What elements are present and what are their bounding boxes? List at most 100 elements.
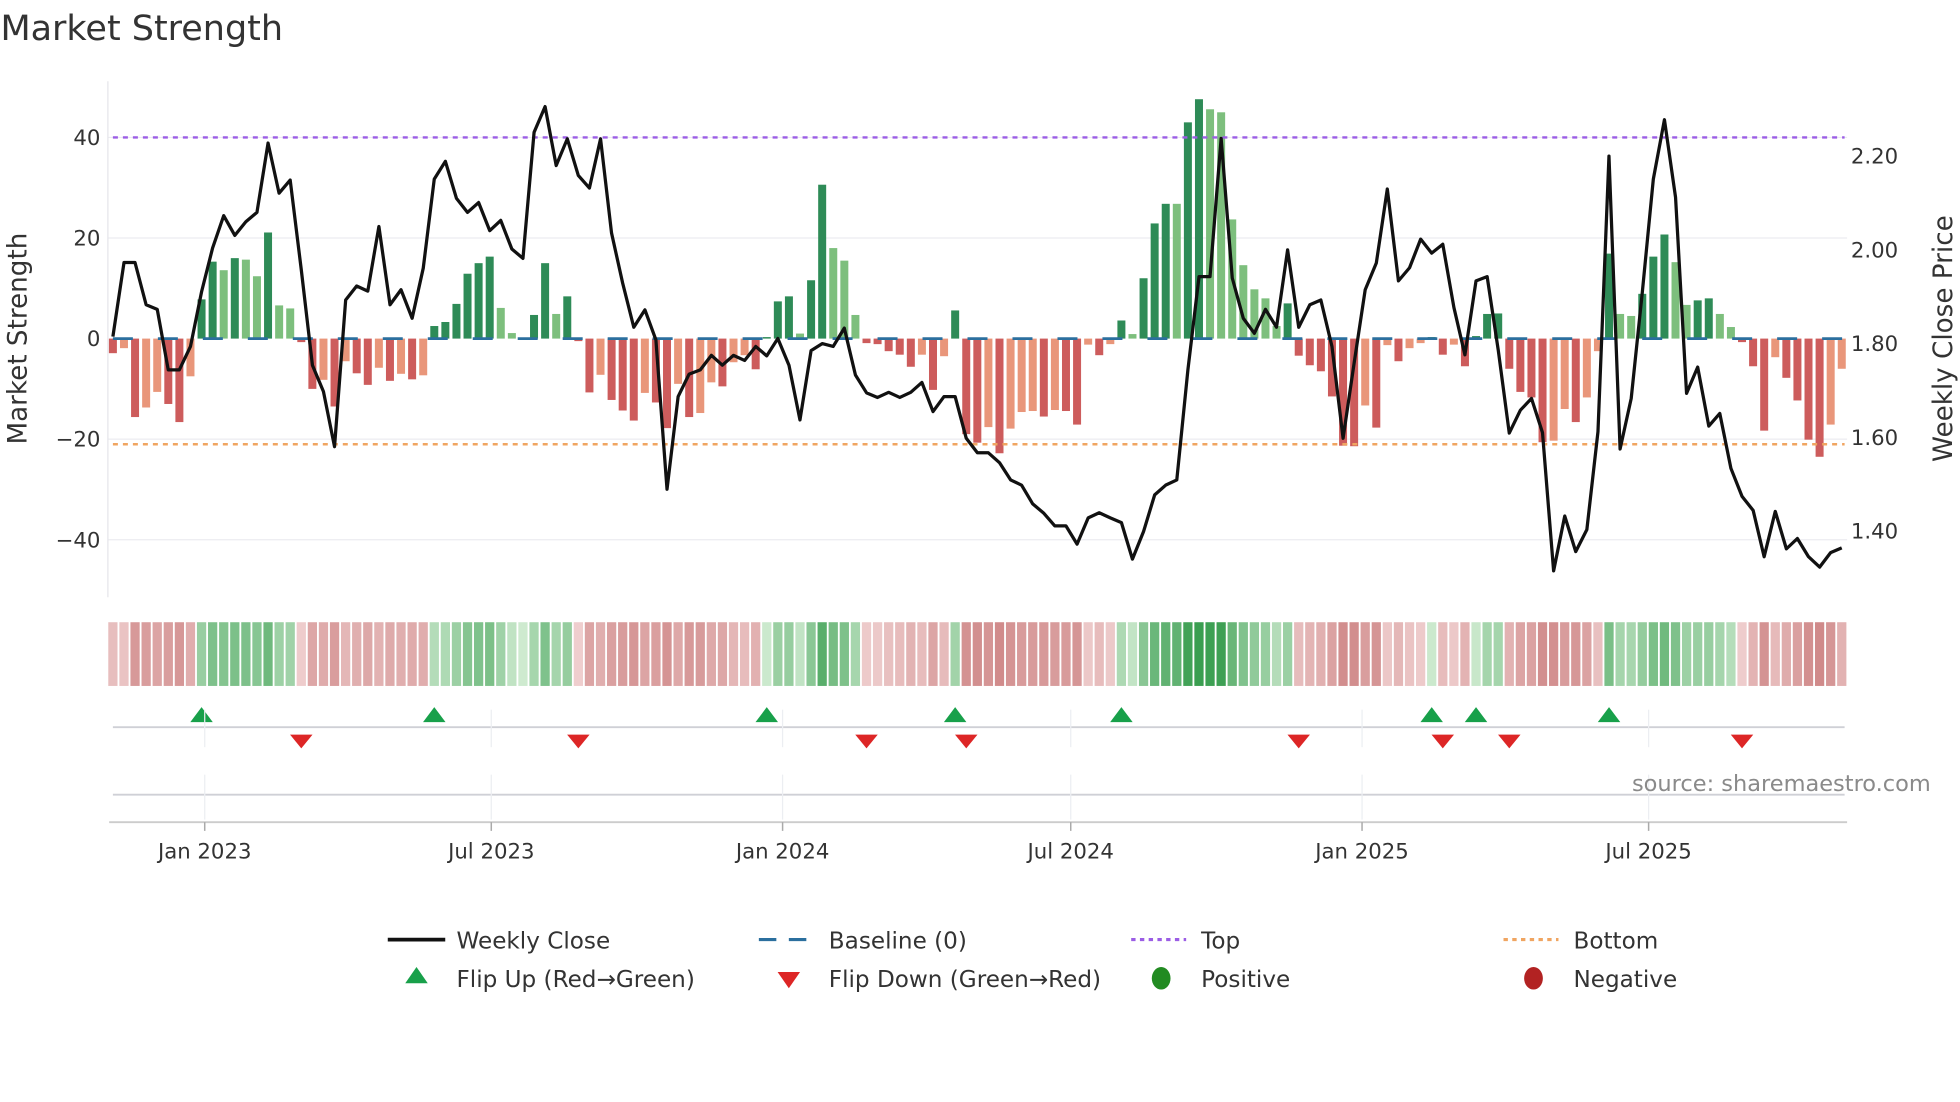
x-tick-label: Jan 2023 xyxy=(156,839,252,864)
legend-label: Positive xyxy=(1201,967,1290,993)
heat-strip-cell xyxy=(1271,622,1282,686)
heat-strip-cell xyxy=(806,622,816,686)
strength-bar xyxy=(829,248,838,339)
heat-strip-cell xyxy=(1693,622,1703,686)
heat-strip-cell xyxy=(352,622,362,686)
heat-strip-cell xyxy=(1670,622,1681,686)
y2-tick-label: 1.80 xyxy=(1851,332,1898,357)
heat-strip-cell xyxy=(1005,622,1016,686)
heat-strip-cell xyxy=(1205,622,1215,686)
legend-label: Baseline (0) xyxy=(829,928,967,954)
heat-strip-cell xyxy=(751,622,761,686)
strength-bar xyxy=(1516,338,1525,392)
y2-tick-label: 1.60 xyxy=(1851,426,1898,451)
strength-bar xyxy=(1006,338,1015,429)
legend-positive[interactable]: Positive xyxy=(1151,967,1290,993)
strength-bar xyxy=(1305,338,1314,366)
strength-bar xyxy=(1316,338,1325,372)
heat-strip-cell xyxy=(1382,622,1393,686)
strength-bar xyxy=(596,338,605,375)
heat-strip-cell xyxy=(606,622,617,686)
left-y-ticks: 40 20 0 −20 −40 xyxy=(56,126,101,553)
strength-bar xyxy=(1438,338,1447,355)
heat-strip-cell xyxy=(795,622,805,686)
heat-strip-cell xyxy=(1493,622,1503,686)
strength-bar xyxy=(1726,327,1735,339)
heat-strip-cell xyxy=(1083,622,1093,686)
heat-strip-cell xyxy=(972,622,982,686)
flip-down-marker xyxy=(567,734,590,749)
heat-strip-cell xyxy=(208,622,218,686)
strength-bar xyxy=(762,337,771,339)
heat-strip-cell xyxy=(1659,622,1670,686)
heat-strip-cell xyxy=(1260,622,1271,686)
x-axis: Jan 2023 Jul 2023 Jan 2024 Jul 2024 Jan 2025… xyxy=(109,709,1848,864)
heat-strip-cell xyxy=(1216,622,1226,686)
strength-bar xyxy=(1571,338,1580,423)
heat-strip-cell xyxy=(1227,622,1237,686)
heat-strip-cell xyxy=(1404,622,1415,686)
heat-strip-cell xyxy=(717,622,728,686)
heat-strip-cell xyxy=(1748,622,1758,686)
heat-strip-cell xyxy=(1283,622,1293,686)
heat-strip-cell xyxy=(1626,622,1636,686)
legend-flip-up[interactable]: Flip Up (Red→Green) xyxy=(405,967,695,993)
legend-flip-down[interactable]: Flip Down (Green→Red) xyxy=(777,967,1101,993)
heat-strip-cell xyxy=(950,622,960,686)
y-tick-label: −20 xyxy=(56,428,101,453)
strength-bar xyxy=(1183,122,1192,339)
strength-bar xyxy=(1294,338,1303,356)
strength-bar xyxy=(1361,338,1370,406)
strength-bar xyxy=(1161,203,1170,339)
heat-strip-cell xyxy=(1449,622,1459,686)
heat-strip-cell xyxy=(1615,622,1625,686)
heat-strip-cell xyxy=(1172,622,1182,686)
heat-strip-cell xyxy=(1349,622,1359,686)
heat-strip-cell xyxy=(629,622,639,686)
heat-strip-cell xyxy=(1138,622,1149,686)
flip-up-marker xyxy=(755,707,779,723)
strength-bar xyxy=(496,307,505,339)
heat-strip-cell xyxy=(318,622,329,686)
heat-strip-cell xyxy=(407,622,417,686)
heat-strip-cell xyxy=(961,622,971,686)
strength-bar xyxy=(530,314,539,339)
strength-bar xyxy=(696,338,705,414)
heat-strip-cell xyxy=(440,622,450,686)
legend-bottom[interactable]: Bottom xyxy=(1503,928,1659,954)
heat-strip-cell xyxy=(1039,622,1049,686)
heat-strip-cell xyxy=(1161,622,1171,686)
heat-strip-cell xyxy=(773,622,783,686)
heat-strip-cell xyxy=(939,622,949,686)
flip-up-marker xyxy=(190,707,213,723)
flip-down-marker xyxy=(1498,734,1521,749)
heat-strip-cell xyxy=(640,622,650,686)
strength-bar xyxy=(1815,338,1824,457)
legend-baseline[interactable]: Baseline (0) xyxy=(758,928,967,954)
heat-strip-cell xyxy=(1338,622,1348,686)
heat-strip-cell xyxy=(1571,622,1581,686)
strength-bar xyxy=(1283,303,1292,339)
legend-top[interactable]: Top xyxy=(1131,928,1240,954)
heat-strip-cell xyxy=(1737,622,1747,686)
triangle-up-icon xyxy=(405,967,428,984)
strength-bar xyxy=(252,276,261,339)
heat-strip-cell xyxy=(1548,622,1559,686)
heat-strip-cell xyxy=(396,622,406,686)
strength-bar xyxy=(1582,338,1591,398)
circle-icon xyxy=(1524,967,1543,990)
heat-strip-cell xyxy=(618,622,628,686)
strength-bar xyxy=(784,296,793,339)
heat-strip-cell xyxy=(507,622,517,686)
strength-bar xyxy=(862,338,871,344)
legend-negative[interactable]: Negative xyxy=(1524,967,1677,993)
strength-bar xyxy=(1793,338,1802,401)
heat-strip-cell xyxy=(196,622,207,686)
heat-strip-cell xyxy=(1194,622,1204,686)
strength-bar xyxy=(995,338,1004,454)
heat-strip-cell xyxy=(285,622,295,686)
heat-strip-cell xyxy=(1438,622,1448,686)
heat-strip-cell xyxy=(518,622,528,686)
legend-weekly-close[interactable]: Weekly Close xyxy=(387,928,610,954)
heat-strip-cell xyxy=(174,622,185,686)
